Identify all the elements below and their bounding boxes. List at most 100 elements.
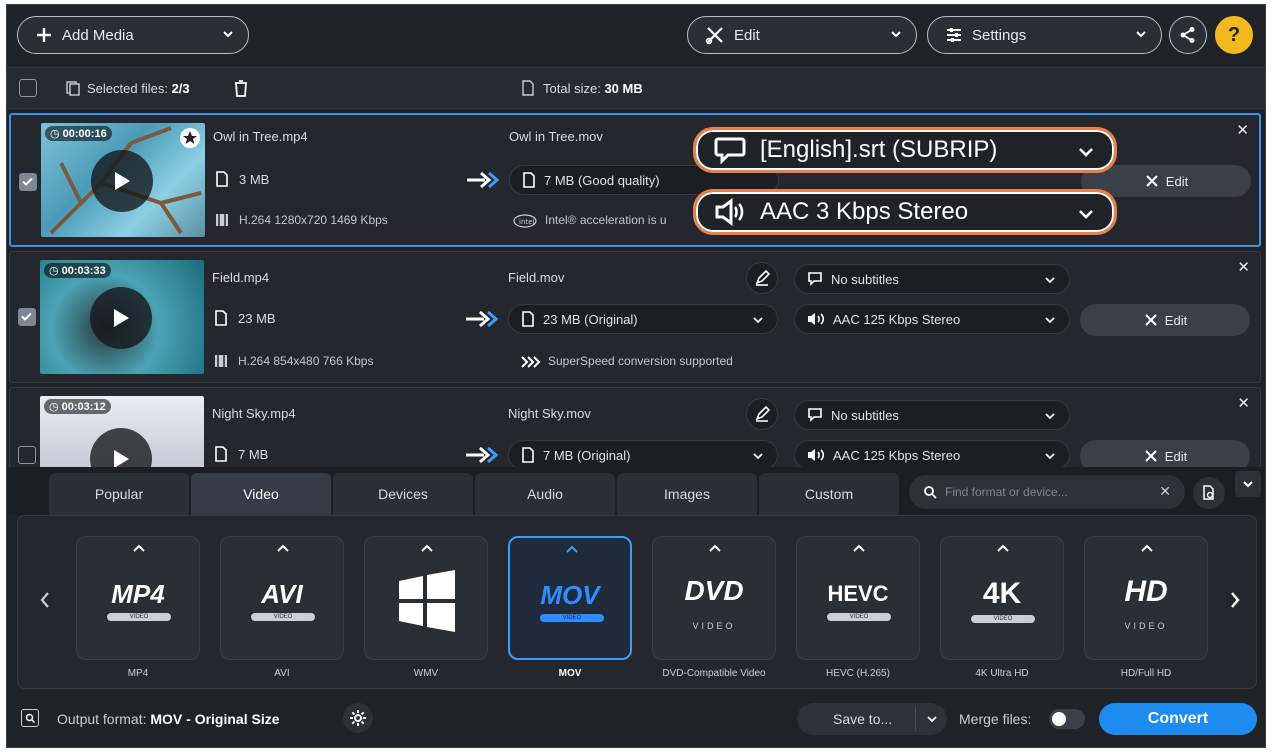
rename-button[interactable] bbox=[746, 262, 778, 294]
tab-audio[interactable]: Audio bbox=[475, 473, 615, 515]
format-hd[interactable]: HD VIDEO bbox=[1084, 536, 1208, 660]
play-button[interactable] bbox=[90, 287, 152, 349]
scissors-icon bbox=[705, 27, 723, 45]
format-avi[interactable]: AVI VIDEO bbox=[220, 536, 344, 660]
audio-track-dropdown[interactable]: AAC 3 Kbps Stereo bbox=[693, 189, 1117, 235]
edit-file-button[interactable]: Edit bbox=[1080, 440, 1250, 468]
format-wmv[interactable] bbox=[364, 536, 488, 660]
speaker-icon bbox=[808, 313, 825, 325]
scissors-icon bbox=[1145, 450, 1157, 462]
chevron-left-icon[interactable] bbox=[38, 590, 52, 610]
file-icon bbox=[215, 446, 227, 462]
check-icon bbox=[22, 177, 33, 186]
edit-file-button[interactable]: Edit bbox=[1080, 304, 1250, 336]
check-icon bbox=[21, 312, 32, 321]
tab-popular[interactable]: Popular bbox=[49, 473, 189, 515]
convert-button[interactable]: Convert bbox=[1099, 703, 1257, 735]
select-all-checkbox[interactable] bbox=[19, 79, 37, 97]
remove-file-button[interactable]: ✕ bbox=[1237, 258, 1250, 276]
sliders-icon bbox=[947, 28, 961, 42]
pencil-icon bbox=[755, 270, 770, 286]
format-label: MOV bbox=[558, 668, 582, 679]
subtitle-dropdown[interactable]: [English].srt (SUBRIP) bbox=[693, 127, 1117, 173]
video-thumbnail[interactable]: ◷ 00:03:33 bbox=[40, 260, 204, 374]
subtitle-dropdown[interactable]: No subtitles bbox=[794, 264, 1070, 294]
settings-label: Settings bbox=[972, 26, 1027, 44]
chevron-down-icon[interactable] bbox=[927, 714, 937, 724]
file-checkbox[interactable] bbox=[18, 308, 36, 326]
chevron-down-icon bbox=[753, 453, 763, 460]
tab-images[interactable]: Images bbox=[617, 473, 757, 515]
file-checkbox[interactable] bbox=[19, 173, 37, 191]
remove-file-button[interactable]: ✕ bbox=[1236, 121, 1249, 139]
audio-value: AAC 3 Kbps Stereo bbox=[760, 198, 969, 225]
tab-label: Popular bbox=[94, 486, 144, 502]
save-to-label: Save to... bbox=[833, 711, 893, 727]
chevron-down-icon bbox=[1045, 277, 1055, 284]
search-icon bbox=[25, 713, 35, 723]
merge-files-toggle[interactable] bbox=[1049, 709, 1085, 729]
collapse-panel-button[interactable] bbox=[1235, 471, 1261, 497]
file-row[interactable]: ◷ 00:03:12 Night Sky.mp4 7 MB Night Sky.… bbox=[9, 387, 1261, 469]
output-size-dropdown[interactable]: 23 MB (Original) bbox=[508, 304, 778, 334]
speech-bubble-icon bbox=[808, 272, 822, 286]
output-size-dropdown[interactable]: 7 MB (Original) bbox=[508, 440, 778, 468]
subtitle-value: [English].srt (SUBRIP) bbox=[760, 136, 998, 163]
help-button[interactable]: ? bbox=[1215, 16, 1253, 54]
selected-files-label: Selected files: 2/3 bbox=[87, 81, 190, 96]
edit-menu-button[interactable]: Edit bbox=[687, 16, 917, 54]
tab-label: Audio bbox=[527, 486, 563, 502]
format-dvd[interactable]: DVD VIDEO bbox=[652, 536, 776, 660]
format-label: WMV bbox=[413, 668, 439, 679]
chevron-up-icon bbox=[997, 544, 1009, 552]
tab-custom[interactable]: Custom bbox=[759, 473, 899, 515]
source-size: 3 MB bbox=[239, 172, 270, 187]
format-search-field[interactable]: Find format or device... ✕ bbox=[909, 475, 1185, 509]
output-format-search-button[interactable] bbox=[21, 709, 39, 727]
format-mov[interactable]: MOV VIDEO bbox=[508, 536, 632, 660]
share-button[interactable] bbox=[1169, 16, 1207, 54]
duration-badge: ◷ 00:00:16 bbox=[45, 126, 112, 141]
output-filename: Owl in Tree.mov bbox=[509, 129, 603, 144]
play-button[interactable] bbox=[90, 428, 152, 468]
movavi-converter-window: Add Media Edit Settings ? Selected files… bbox=[6, 4, 1266, 748]
chevron-right-icon[interactable] bbox=[1228, 590, 1242, 610]
chevron-up-icon bbox=[1141, 544, 1153, 552]
trash-icon[interactable] bbox=[232, 78, 250, 98]
audio-track-dropdown[interactable]: AAC 125 Kbps Stereo bbox=[794, 304, 1070, 334]
subtitle-dropdown[interactable]: No subtitles bbox=[794, 400, 1070, 430]
total-size-label: Total size: 30 MB bbox=[543, 81, 643, 96]
pencil-icon bbox=[755, 406, 770, 422]
add-media-button[interactable]: Add Media bbox=[17, 16, 249, 54]
search-icon bbox=[924, 486, 937, 499]
format-label: MP4 bbox=[127, 668, 149, 679]
star-icon[interactable] bbox=[179, 127, 201, 149]
svg-text:intel: intel bbox=[519, 218, 534, 226]
video-thumbnail[interactable]: ◷ 00:00:16 bbox=[41, 123, 205, 237]
tab-video[interactable]: Video bbox=[191, 473, 331, 515]
clear-search-icon[interactable]: ✕ bbox=[1159, 483, 1171, 500]
speaker-icon bbox=[715, 198, 744, 226]
duration-badge: ◷ 00:03:12 bbox=[44, 399, 111, 414]
format-hevc[interactable]: HEVC VIDEO bbox=[796, 536, 920, 660]
format-mp4[interactable]: MP4 VIDEO bbox=[76, 536, 200, 660]
subtitle-value: No subtitles bbox=[831, 407, 899, 423]
file-row[interactable]: ◷ 00:03:33 Field.mp4 23 MB H.264 854x480… bbox=[9, 251, 1261, 383]
video-thumbnail[interactable]: ◷ 00:03:12 bbox=[40, 396, 204, 468]
chevron-up-icon bbox=[133, 544, 145, 552]
file-checkbox[interactable] bbox=[18, 446, 36, 464]
remove-file-button[interactable]: ✕ bbox=[1237, 394, 1250, 412]
output-size-value: 7 MB (Good quality) bbox=[544, 172, 660, 188]
rename-button[interactable] bbox=[746, 398, 778, 430]
tab-devices[interactable]: Devices bbox=[333, 473, 473, 515]
play-button[interactable] bbox=[91, 150, 153, 212]
format-4k[interactable]: 4K VIDEO bbox=[940, 536, 1064, 660]
intel-icon: intel bbox=[513, 214, 537, 228]
settings-menu-button[interactable]: Settings bbox=[927, 16, 1162, 54]
audio-track-dropdown[interactable]: AAC 125 Kbps Stereo bbox=[794, 440, 1070, 468]
source-codec: H.264 854x480 766 Kbps bbox=[238, 354, 374, 368]
format-info-button[interactable] bbox=[1193, 477, 1225, 509]
save-to-button[interactable]: Save to... bbox=[797, 703, 947, 735]
output-settings-button[interactable] bbox=[343, 703, 373, 733]
edit-label: Edit bbox=[734, 26, 760, 44]
